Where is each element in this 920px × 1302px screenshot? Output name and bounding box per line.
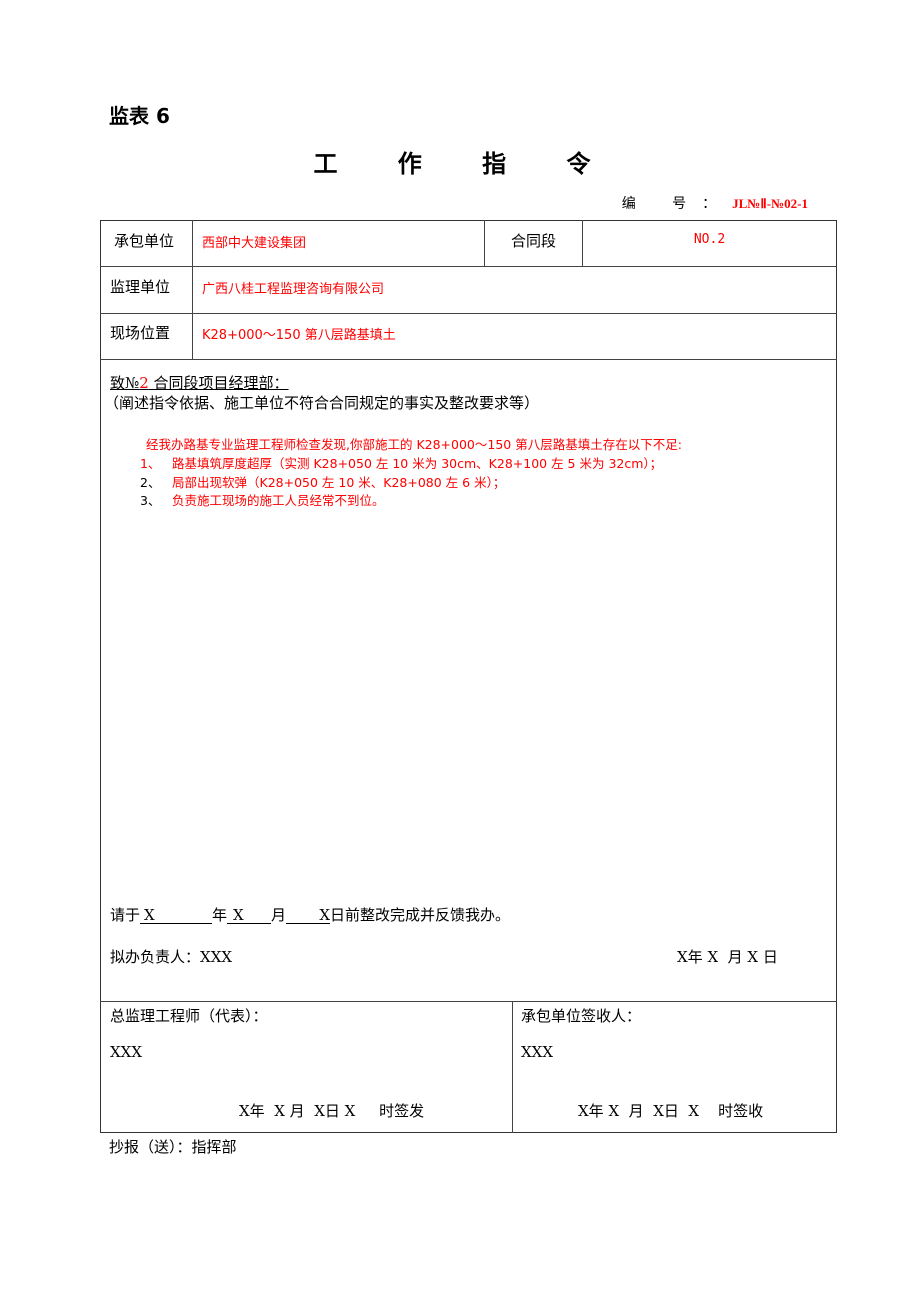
item-number: 2、 (140, 475, 161, 490)
chief-engineer-label: 总监理工程师（代表）： (110, 1007, 268, 1025)
serial-value: JL№Ⅱ-№02-1 (732, 196, 808, 211)
list-item: 2、 局部出现软弹（K28+050 左 10 米、K28+080 左 6 米）； (140, 472, 505, 491)
location-value: K28+000～150 第八层路基填土 (202, 328, 396, 343)
serial-number: 编 号：JL№Ⅱ-№02-1 (622, 193, 808, 213)
location-label: 现场位置 (110, 324, 171, 342)
row-divider (100, 359, 837, 360)
item-number: 1、 (140, 456, 161, 471)
deadline-line: 请于 X 年 X 月 X日前整改完成并反馈我办。 (110, 904, 510, 925)
col-divider (512, 1001, 513, 1133)
receiver-label: 承包单位签收人： (521, 1007, 642, 1025)
item-text: 局部出现软弹（K28+050 左 10 米、K28+080 左 6 米）； (172, 475, 506, 490)
contract-section-label: 合同段 (511, 232, 557, 250)
addressee-number: 2 (139, 374, 149, 392)
col-divider (192, 220, 193, 359)
instruction-intro: 经我办路基专业监理工程师检查发现,你部施工的 K28+000～150 第八层路基… (146, 437, 682, 452)
handler-label: 拟办负责人： (110, 948, 201, 966)
cc-line: 抄报（送）：指挥部 (109, 1138, 237, 1156)
supervisor-value: 广西八桂工程监理咨询有限公司 (202, 282, 385, 297)
item-text: 负责施工现场的施工人员经常不到位。 (172, 493, 385, 508)
contractor-label: 承包单位 (114, 232, 175, 250)
handler-value: XXX (200, 948, 233, 966)
page-title: 工 作 指 令 (313, 150, 617, 178)
addressee-suffix: 合同段项目经理部： (148, 374, 289, 392)
handler: 拟办负责人：XXX (110, 946, 232, 967)
col-divider (484, 220, 485, 266)
supervisor-label: 监理单位 (110, 278, 171, 296)
chief-engineer-name: XXX (110, 1043, 143, 1061)
work-instruction-table (100, 220, 837, 1133)
form-code: 监表 6 (109, 104, 170, 128)
deadline-month-unit: 月 (271, 906, 287, 924)
addressee-prefix: 致№ (110, 374, 140, 392)
list-item: 1、 路基填筑厚度超厚（实测 K28+050 左 10 米为 30cm、K28+1… (140, 453, 662, 472)
instruction-hint: （阐述指令依据、施工单位不符合合同规定的事实及整改要求等） (104, 394, 540, 412)
list-item: 3、 负责施工现场的施工人员经常不到位。 (140, 490, 385, 509)
row-divider (100, 266, 837, 267)
handler-date: X年 X 月 X 日 (677, 948, 778, 966)
item-number: 3、 (140, 493, 161, 508)
serial-label: 编 号： (621, 196, 733, 212)
deadline-year: X (140, 907, 213, 924)
receiver-name: XXX (521, 1043, 554, 1061)
row-divider (100, 313, 837, 314)
deadline-year-unit: 年 (212, 906, 228, 924)
deadline-day: X (286, 907, 331, 924)
chief-engineer-datetime: X年 X 月 X日 X 时签发 (239, 1102, 425, 1120)
receiver-datetime: X年 X 月 X日 X 时签收 (578, 1102, 764, 1120)
deadline-month: X (227, 907, 272, 924)
row-divider (100, 1001, 837, 1002)
item-text: 路基填筑厚度超厚（实测 K28+050 左 10 米为 30cm、K28+100… (172, 456, 663, 471)
deadline-suffix: 日前整改完成并反馈我办。 (330, 906, 511, 924)
contract-section-value: NO.2 (693, 232, 726, 247)
contractor-value: 西部中大建设集团 (202, 236, 307, 251)
deadline-prefix: 请于 (110, 906, 141, 924)
addressee: 致№2 合同段项目经理部： (110, 372, 289, 393)
